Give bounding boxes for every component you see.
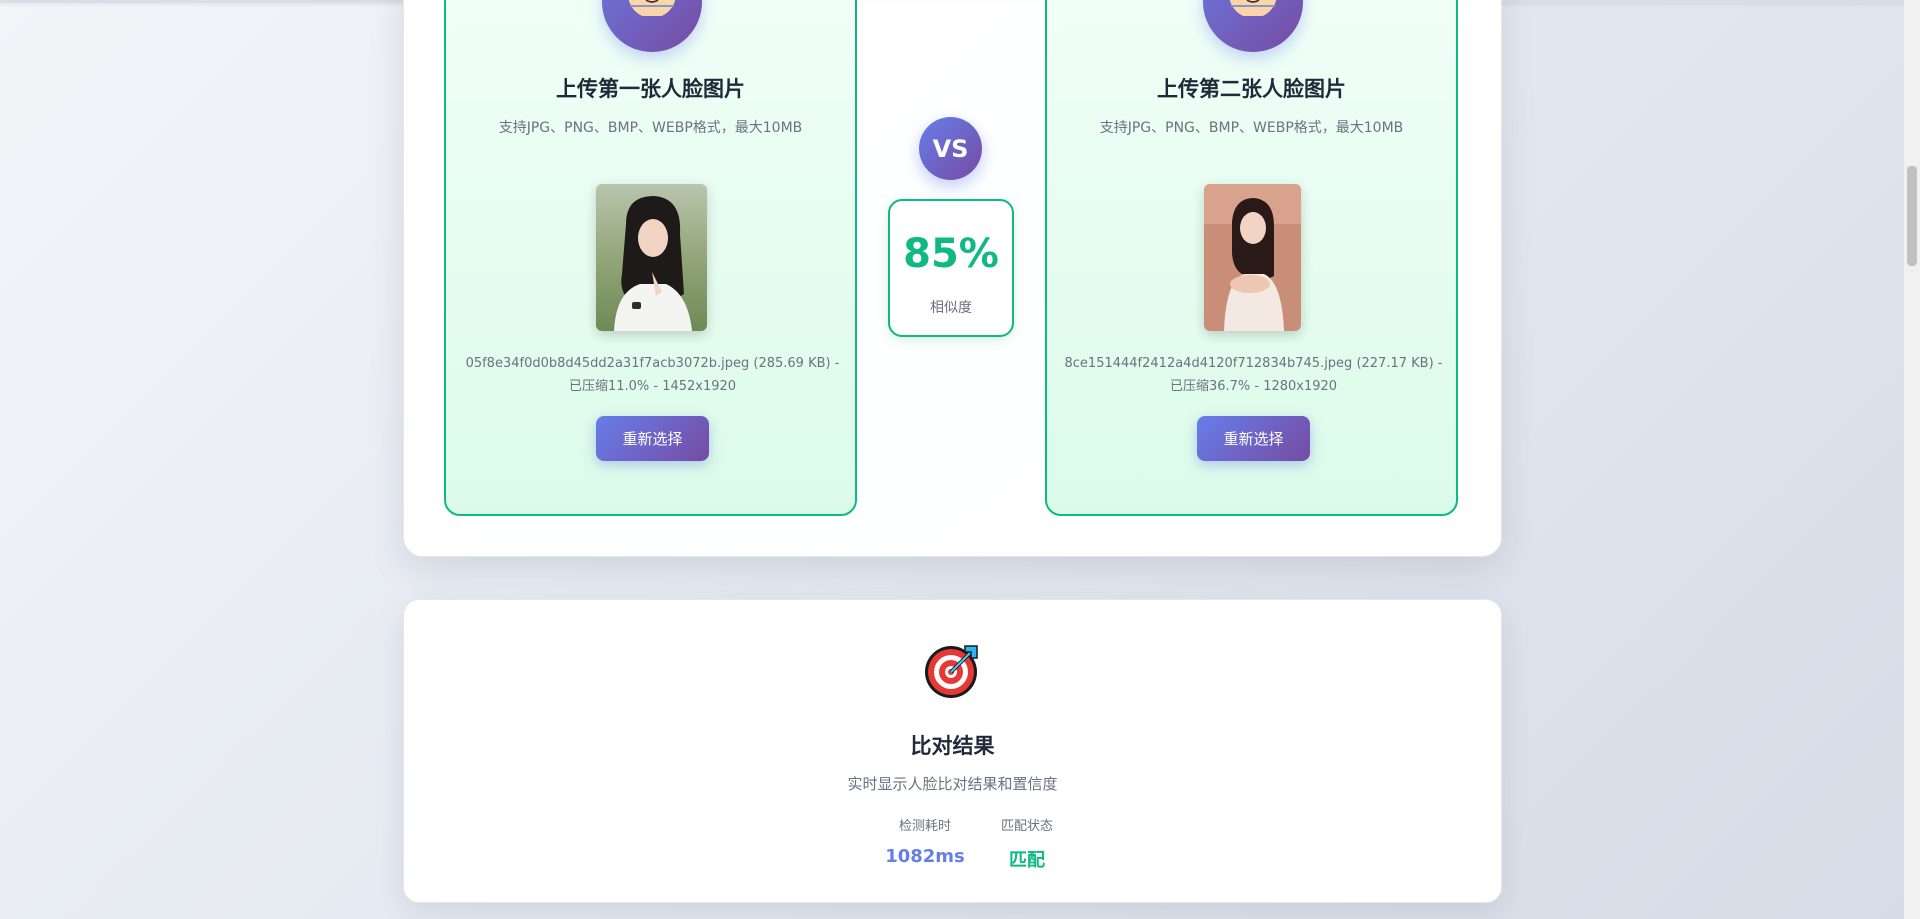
stat-match-status: 匹配状态 匹配	[972, 815, 1082, 872]
target-icon	[923, 642, 981, 704]
panel-title: 上传第二张人脸图片	[1157, 77, 1346, 101]
scrollbar-thumb[interactable]	[1907, 166, 1917, 266]
vs-badge: VS	[919, 117, 982, 180]
image-preview-second	[1204, 184, 1301, 331]
file-info-line: 05f8e34f0d0b8d45dd2a31f7acb3072b.jpeg (2…	[465, 356, 840, 371]
similarity-label: 相似度	[930, 300, 972, 316]
file-info-line: 已压缩11.0% - 1452x1920	[568, 379, 737, 394]
file-info-line: 已压缩36.7% - 1280x1920	[1169, 379, 1338, 394]
stat-label: 匹配状态	[1000, 819, 1053, 834]
similarity-value: 85%	[903, 231, 999, 277]
result-card: 比对结果 实时显示人脸比对结果和置信度 检测耗时 1082ms 匹配状态 匹配	[403, 599, 1502, 903]
reselect-button-first[interactable]: 重新选择	[596, 416, 709, 461]
stat-detection-time: 检测耗时 1082ms	[872, 815, 978, 867]
stat-value: 匹配	[1009, 850, 1045, 871]
panel-format-hint: 支持JPG、PNG、BMP、WEBP格式，最大10MB	[1099, 120, 1404, 136]
upload-panel-first[interactable]: 上传第一张人脸图片 支持JPG、PNG、BMP、WEBP格式，最大10MB 05…	[444, 0, 857, 516]
face-icon	[1203, 0, 1303, 52]
page: 上传第一张人脸图片 支持JPG、PNG、BMP、WEBP格式，最大10MB 05…	[0, 0, 1920, 919]
file-info: 8ce151444f2412a4d4120f712834b745.jpeg (2…	[1062, 352, 1445, 398]
panel-format-hint: 支持JPG、PNG、BMP、WEBP格式，最大10MB	[498, 120, 803, 136]
scrollbar[interactable]	[1904, 0, 1920, 919]
stat-value: 1082ms	[885, 846, 965, 867]
file-info-line: 8ce151444f2412a4d4120f712834b745.jpeg (2…	[1064, 356, 1443, 371]
result-subtitle: 实时显示人脸比对结果和置信度	[847, 775, 1058, 793]
upload-panel-second[interactable]: 上传第二张人脸图片 支持JPG、PNG、BMP、WEBP格式，最大10MB 8c…	[1045, 0, 1458, 516]
stat-label: 检测耗时	[898, 819, 951, 834]
panel-title: 上传第一张人脸图片	[556, 77, 745, 101]
file-info: 05f8e34f0d0b8d45dd2a31f7acb3072b.jpeg (2…	[461, 352, 844, 398]
reselect-button-second[interactable]: 重新选择	[1197, 416, 1310, 461]
image-preview-first	[596, 184, 707, 331]
similarity-score: 85% 相似度	[888, 199, 1014, 337]
face-icon	[602, 0, 702, 52]
result-title: 比对结果	[910, 734, 995, 758]
